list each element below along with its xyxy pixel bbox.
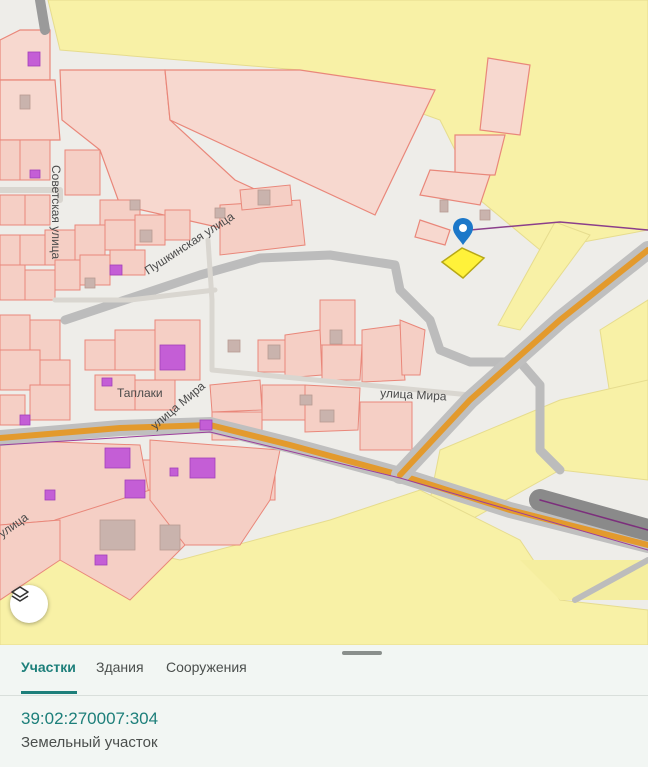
land-parcel [54,259,81,291]
tab-parcels[interactable]: Участки [21,659,76,675]
land-parcel [0,234,21,266]
building [129,199,141,211]
land-parcel [19,234,46,266]
central-parcels [209,184,426,451]
building [27,51,41,67]
street-label-mira-east: улица Мира [380,386,447,403]
building [124,479,146,499]
building [267,344,281,360]
land-parcel [24,269,56,301]
street-label-sovetskaya: Советская улица [49,165,63,260]
building [329,329,343,345]
building [159,524,181,551]
land-parcel [64,149,101,196]
tab-buildings[interactable]: Здания [96,659,144,675]
building [101,377,113,387]
building [29,169,41,179]
map-canvas[interactable]: Советская улица Пушкинская улица улица М… [0,0,648,645]
building [109,264,123,276]
selected-parcel[interactable] [440,247,486,279]
building [19,94,31,110]
layers-icon [11,586,29,602]
land-parcel [0,264,26,301]
layers-button[interactable] [10,585,48,623]
building [169,467,179,477]
location-pin-icon[interactable] [453,218,473,245]
tab-bar: Участки Здания Сооружения [0,653,648,696]
building [159,344,186,371]
land-parcel [0,194,26,226]
land-parcel [164,209,191,241]
tabs-divider [0,695,648,696]
land-parcel [84,339,116,371]
land-parcel [0,314,31,351]
tab-structures[interactable]: Сооружения [166,659,247,675]
building [19,414,31,426]
building [299,394,313,406]
land-parcel [24,194,51,226]
cadastral-number[interactable]: 39:02:270007:304 [21,709,158,729]
locality-label: Таплаки [117,386,163,400]
building [227,339,241,353]
land-parcel [0,139,21,181]
cadastral-map[interactable]: Советская улица Пушкинская улица улица М… [0,0,648,645]
land-parcel [0,349,41,391]
building [94,554,108,566]
building [189,457,216,479]
building [44,489,56,501]
active-tab-indicator [21,691,77,694]
building [479,209,491,221]
parcel-type: Земельный участок [21,734,158,751]
building [319,409,335,423]
building [139,229,153,243]
building [439,199,449,213]
land-parcel [104,219,136,251]
building [104,447,131,469]
land-parcel [29,384,71,421]
building [199,419,213,431]
land-parcel [114,329,156,371]
building [84,277,96,289]
building [99,519,136,551]
building [257,189,271,206]
bottom-sheet: Участки Здания Сооружения 39:02:270007:3… [0,645,648,767]
